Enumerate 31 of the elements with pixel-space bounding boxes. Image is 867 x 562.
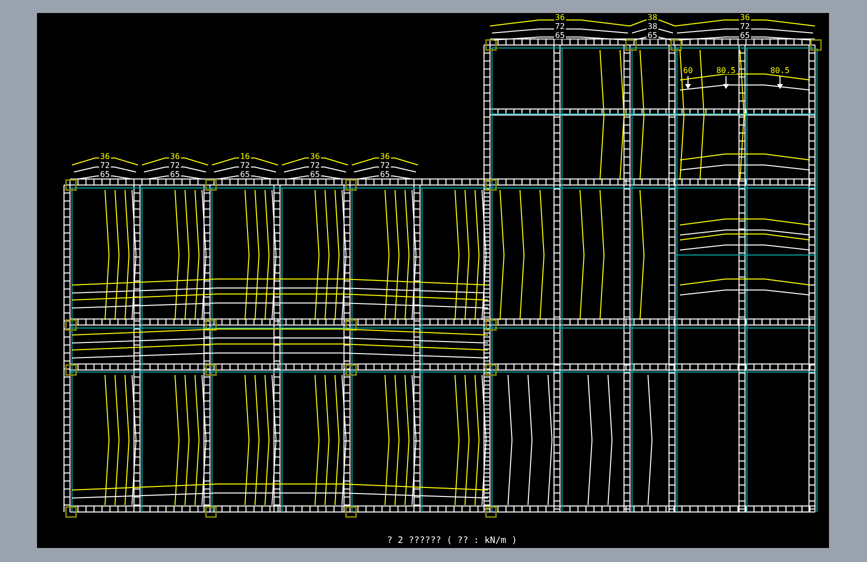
load-value: 36 — [740, 13, 750, 22]
load-value: 72 — [310, 161, 320, 170]
load-value: 36 — [555, 13, 565, 22]
down-arrow-icon — [723, 76, 729, 89]
point-load-value: 80.5 — [770, 66, 790, 75]
load-value: 72 — [380, 161, 390, 170]
load-value: 72 — [170, 161, 180, 170]
load-value: 38 — [648, 13, 658, 22]
load-value: 36 — [310, 152, 320, 161]
load-value: 72 — [555, 22, 565, 31]
load-value: 72 — [100, 161, 110, 170]
load-value: 65 — [740, 31, 750, 40]
load-value: 65 — [240, 170, 250, 179]
load-value: 65 — [170, 170, 180, 179]
load-value: 36 — [380, 152, 390, 161]
point-load-value: 60 — [683, 66, 693, 75]
load-value: 72 — [240, 161, 250, 170]
load-value: 36 — [100, 152, 110, 161]
load-value: 72 — [740, 22, 750, 31]
load-value: 16 — [240, 152, 250, 161]
load-value: 38 — [648, 22, 658, 31]
load-value: 36 — [170, 152, 180, 161]
drawing-caption: ? 2 ?????? ( ?? : kN/m ) — [386, 536, 518, 546]
load-value: 65 — [555, 31, 565, 40]
load-value: 65 — [380, 170, 390, 179]
down-arrow-icon — [777, 76, 783, 89]
load-value: 65 — [100, 170, 110, 179]
point-load-value: 80.5 — [716, 66, 736, 75]
down-arrow-icon — [685, 76, 691, 89]
load-value: 65 — [310, 170, 320, 179]
load-value: 65 — [648, 31, 658, 40]
